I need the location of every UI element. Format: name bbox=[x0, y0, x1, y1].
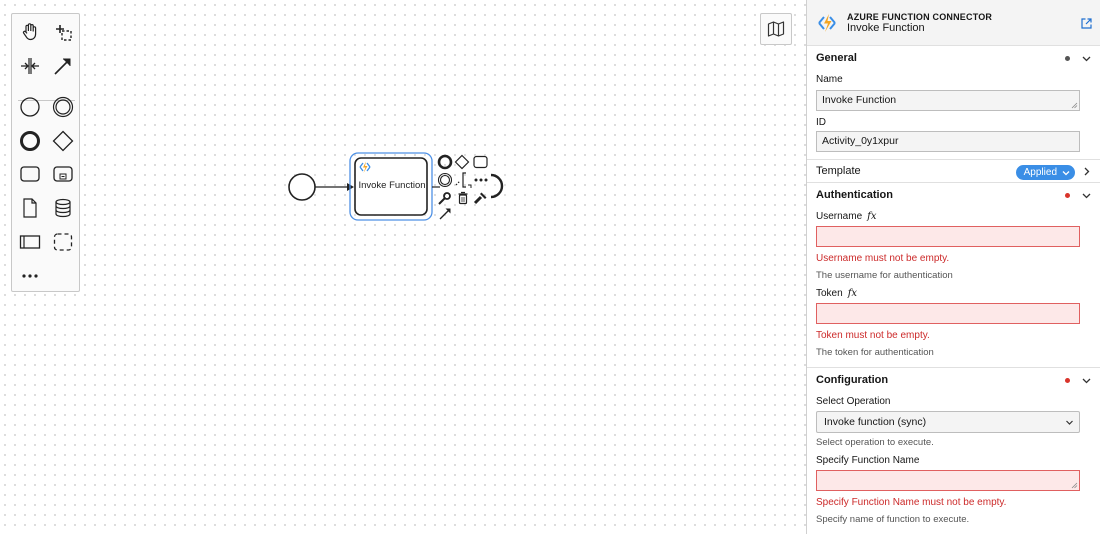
append-task-icon[interactable] bbox=[473, 155, 488, 169]
configuration-group: Configuration Select Operation Invoke fu… bbox=[807, 368, 1100, 527]
resize-handle-icon[interactable] bbox=[1071, 482, 1078, 489]
name-value: Invoke Function bbox=[822, 94, 897, 106]
chevron-down-icon bbox=[1082, 193, 1091, 199]
change-type-wrench-icon[interactable] bbox=[438, 192, 451, 205]
template-applied-badge[interactable]: Applied bbox=[1015, 165, 1075, 180]
color-picker-icon[interactable] bbox=[473, 192, 487, 205]
more-options-icon[interactable] bbox=[474, 178, 478, 182]
bpmn-diagram bbox=[288, 152, 504, 221]
template-group-header[interactable]: Template Applied bbox=[807, 160, 1100, 183]
applied-label: Applied bbox=[1023, 167, 1057, 178]
diagram-canvas[interactable]: Invoke Function bbox=[0, 0, 806, 534]
chevron-down-icon bbox=[1066, 420, 1073, 425]
fx-icon[interactable]: fx bbox=[848, 287, 857, 301]
operation-select[interactable]: Invoke function (sync) bbox=[816, 411, 1080, 433]
authentication-group-header[interactable]: Authentication bbox=[807, 183, 1100, 207]
name-field[interactable]: Invoke Function bbox=[816, 90, 1080, 111]
username-label-text: Username bbox=[816, 211, 863, 222]
configuration-title: Configuration bbox=[816, 374, 889, 386]
token-error: Token must not be empty. bbox=[816, 330, 930, 341]
chevron-down-icon bbox=[1082, 378, 1091, 384]
open-documentation-icon[interactable] bbox=[1081, 16, 1092, 34]
operation-description: Select operation to execute. bbox=[816, 437, 934, 448]
function-name-label: Specify Function Name bbox=[816, 455, 920, 466]
element-type: AZURE FUNCTION CONNECTOR bbox=[847, 12, 993, 22]
general-group: General Name Invoke Function ID Activity… bbox=[807, 46, 1100, 160]
id-field[interactable]: Activity_0y1xpur bbox=[816, 131, 1080, 152]
function-name-input[interactable] bbox=[816, 470, 1080, 491]
token-description: The token for authentication bbox=[816, 347, 934, 358]
panel-header: AZURE FUNCTION CONNECTOR Invoke Function bbox=[807, 0, 1100, 46]
append-text-annotation-icon[interactable] bbox=[455, 180, 461, 186]
id-value: Activity_0y1xpur bbox=[822, 135, 899, 147]
name-label: Name bbox=[816, 74, 843, 85]
username-error: Username must not be empty. bbox=[816, 253, 950, 264]
operation-value: Invoke function (sync) bbox=[824, 416, 927, 428]
azure-function-logo-icon bbox=[815, 11, 839, 40]
general-title: General bbox=[816, 52, 857, 64]
configuration-error-marker bbox=[1065, 378, 1070, 383]
authentication-error-marker bbox=[1065, 193, 1070, 198]
username-label: Username fx bbox=[807, 210, 1100, 224]
id-label: ID bbox=[816, 117, 826, 128]
context-pad bbox=[437, 154, 504, 220]
append-gateway-icon[interactable] bbox=[454, 154, 470, 170]
general-data-marker bbox=[1065, 56, 1070, 61]
chevron-down-icon bbox=[1062, 171, 1070, 176]
resize-handle-icon[interactable] bbox=[1071, 102, 1078, 109]
chevron-down-icon bbox=[1082, 56, 1091, 62]
authentication-title: Authentication bbox=[816, 189, 893, 201]
configuration-group-header[interactable]: Configuration bbox=[807, 368, 1100, 392]
delete-trash-icon[interactable] bbox=[458, 191, 468, 205]
username-description: The username for authentication bbox=[816, 270, 953, 281]
token-label-text: Token bbox=[816, 288, 843, 299]
token-label: Token fx bbox=[807, 287, 1100, 301]
template-title: Template bbox=[816, 165, 861, 177]
general-group-header[interactable]: General bbox=[807, 46, 1100, 70]
task-label: Invoke Function bbox=[358, 180, 426, 191]
fx-icon[interactable]: fx bbox=[867, 210, 876, 224]
token-input[interactable] bbox=[816, 303, 1080, 324]
function-name-error: Specify Function Name must not be empty. bbox=[816, 497, 1007, 508]
properties-panel: AZURE FUNCTION CONNECTOR Invoke Function… bbox=[806, 0, 1100, 534]
function-name-description: Specify name of function to execute. bbox=[816, 514, 970, 525]
authentication-group: Authentication Username fx Username must… bbox=[807, 183, 1100, 368]
template-group: Template Applied bbox=[807, 160, 1100, 183]
append-end-event-icon[interactable] bbox=[437, 154, 453, 170]
username-input[interactable] bbox=[816, 226, 1080, 247]
start-event[interactable] bbox=[288, 173, 316, 201]
operation-label: Select Operation bbox=[816, 396, 891, 407]
chevron-right-icon bbox=[1084, 167, 1090, 176]
connect-arrow-icon[interactable] bbox=[439, 208, 451, 220]
element-name: Invoke Function bbox=[847, 22, 925, 34]
